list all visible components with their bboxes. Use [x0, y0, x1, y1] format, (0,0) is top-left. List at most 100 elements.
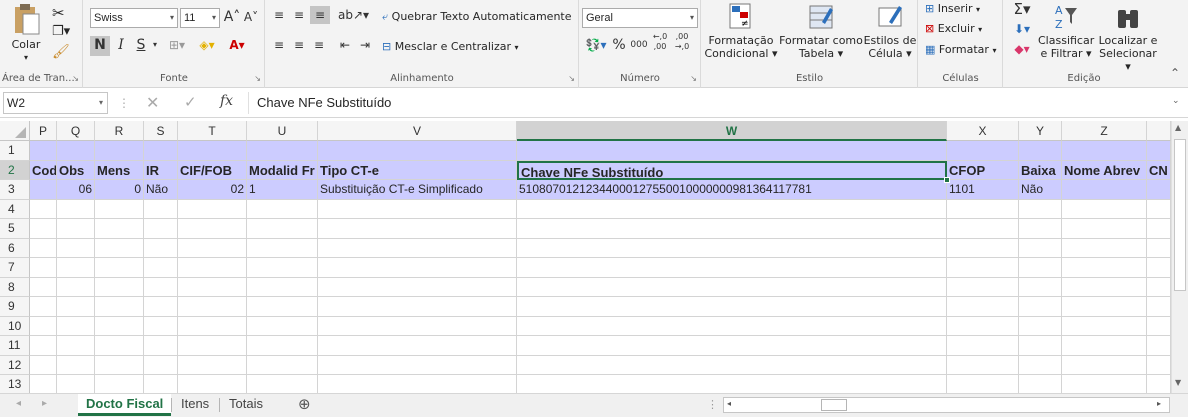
- percent-button[interactable]: %: [612, 36, 626, 54]
- empty-cell[interactable]: [247, 277, 318, 297]
- italic-button[interactable]: I: [112, 36, 130, 54]
- cancel-icon[interactable]: ✕: [146, 93, 159, 112]
- data-cell[interactable]: 1: [247, 180, 318, 200]
- column-header-s[interactable]: S: [144, 121, 178, 141]
- data-cell[interactable]: 02: [178, 180, 247, 200]
- header-cell[interactable]: CFOP: [947, 160, 1019, 180]
- header-cell[interactable]: Cod: [30, 160, 57, 180]
- grow-font-icon[interactable]: A˄: [223, 8, 241, 26]
- column-header-q[interactable]: Q: [57, 121, 95, 141]
- scroll-right-icon[interactable]: ▸: [1157, 399, 1161, 408]
- increase-indent-icon[interactable]: ⇥: [356, 36, 374, 54]
- empty-cell[interactable]: [95, 297, 144, 317]
- next-sheet-icon[interactable]: ▸: [42, 398, 47, 409]
- sheet-tab-totais[interactable]: Totais: [221, 394, 271, 416]
- empty-cell[interactable]: [1147, 277, 1171, 297]
- merge-center-button[interactable]: ⊟ Mesclar e Centralizar ▾: [382, 38, 519, 57]
- font-size-select[interactable]: 11 ▾: [180, 8, 220, 28]
- column-header-w[interactable]: W: [517, 121, 947, 141]
- autosum-icon[interactable]: Σ▾: [1010, 0, 1034, 18]
- empty-cell[interactable]: [57, 277, 95, 297]
- data-cell[interactable]: Não: [144, 180, 178, 200]
- empty-cell[interactable]: [1062, 375, 1147, 395]
- insert-button[interactable]: ⊞ Inserir ▾: [925, 0, 980, 19]
- empty-cell[interactable]: [95, 219, 144, 239]
- data-cell[interactable]: 1101: [947, 180, 1019, 200]
- empty-cell[interactable]: [1019, 219, 1062, 239]
- empty-cell[interactable]: [57, 355, 95, 375]
- worksheet-grid[interactable]: P Q R S T U V W X Y Z 1 2 Cod Obs Mens IR CIF/FOB Modalid …: [0, 121, 1188, 395]
- empty-cell[interactable]: [57, 199, 95, 219]
- data-cell[interactable]: [1062, 180, 1147, 200]
- empty-cell[interactable]: [30, 297, 57, 317]
- bold-button[interactable]: N: [90, 36, 110, 56]
- align-top-icon[interactable]: ≡: [270, 6, 288, 24]
- enter-icon[interactable]: ✓: [184, 93, 197, 111]
- column-header-u[interactable]: U: [247, 121, 318, 141]
- vertical-scroll-thumb[interactable]: [1174, 139, 1186, 291]
- row-header-10[interactable]: 10: [0, 316, 30, 336]
- data-cell[interactable]: Substituição CT-e Simplificado: [318, 180, 517, 200]
- decrease-indent-icon[interactable]: ⇤: [336, 36, 354, 54]
- empty-cell[interactable]: [947, 199, 1019, 219]
- empty-cell[interactable]: [30, 141, 57, 161]
- fill-handle[interactable]: [944, 177, 950, 183]
- empty-cell[interactable]: [95, 199, 144, 219]
- clipboard-launcher-icon[interactable]: ↘: [72, 74, 79, 83]
- column-header-p[interactable]: P: [30, 121, 57, 141]
- align-right-icon[interactable]: ≡: [310, 36, 328, 54]
- empty-cell[interactable]: [247, 336, 318, 356]
- empty-cell[interactable]: [57, 258, 95, 278]
- empty-cell[interactable]: [1062, 277, 1147, 297]
- empty-cell[interactable]: [144, 336, 178, 356]
- empty-cell[interactable]: [144, 238, 178, 258]
- paste-button[interactable]: Colar ▾: [4, 2, 48, 64]
- active-cell[interactable]: Chave NFe Substituído: [517, 160, 947, 180]
- empty-cell[interactable]: [1147, 141, 1171, 161]
- scroll-down-icon[interactable]: ▼: [1175, 378, 1181, 387]
- header-cell[interactable]: Tipo CT-e: [318, 160, 517, 180]
- header-cell[interactable]: Obs: [57, 160, 95, 180]
- empty-cell[interactable]: [1147, 297, 1171, 317]
- row-header-4[interactable]: 4: [0, 199, 30, 219]
- empty-cell[interactable]: [947, 316, 1019, 336]
- sheet-tab-itens[interactable]: Itens: [173, 394, 217, 416]
- empty-cell[interactable]: [178, 316, 247, 336]
- empty-cell[interactable]: [144, 141, 178, 161]
- empty-cell[interactable]: [947, 375, 1019, 395]
- empty-cell[interactable]: [144, 258, 178, 278]
- chevron-down-icon[interactable]: ▾: [150, 36, 160, 54]
- empty-cell[interactable]: [57, 297, 95, 317]
- header-cell[interactable]: Modalid Fr: [247, 160, 318, 180]
- empty-cell[interactable]: [247, 199, 318, 219]
- number-launcher-icon[interactable]: ↘: [690, 74, 697, 83]
- align-middle-icon[interactable]: ≡: [290, 6, 308, 24]
- empty-cell[interactable]: [30, 258, 57, 278]
- align-left-icon[interactable]: ≡: [270, 36, 288, 54]
- empty-cell[interactable]: [517, 336, 947, 356]
- header-cell[interactable]: Baixa: [1019, 160, 1062, 180]
- empty-cell[interactable]: [947, 355, 1019, 375]
- empty-cell[interactable]: [947, 141, 1019, 161]
- header-cell[interactable]: IR: [144, 160, 178, 180]
- empty-cell[interactable]: [1019, 199, 1062, 219]
- empty-cell[interactable]: [1019, 141, 1062, 161]
- chevron-down-icon[interactable]: ▾: [99, 93, 103, 113]
- empty-cell[interactable]: [1062, 219, 1147, 239]
- decrease-decimal-button[interactable]: ,00 →,0: [672, 32, 692, 52]
- shrink-font-icon[interactable]: A˅: [242, 8, 260, 26]
- empty-cell[interactable]: [30, 199, 57, 219]
- empty-cell[interactable]: [517, 219, 947, 239]
- empty-cell[interactable]: [947, 277, 1019, 297]
- empty-cell[interactable]: [318, 238, 517, 258]
- empty-cell[interactable]: [1062, 316, 1147, 336]
- copy-icon[interactable]: ❐▾: [52, 24, 70, 39]
- horizontal-scrollbar[interactable]: ◂ ▸: [723, 397, 1170, 413]
- empty-cell[interactable]: [1147, 238, 1171, 258]
- empty-cell[interactable]: [178, 277, 247, 297]
- header-cell[interactable]: Mens: [95, 160, 144, 180]
- empty-cell[interactable]: [1147, 199, 1171, 219]
- format-as-table-button[interactable]: Formatar como Tabela ▾: [778, 2, 864, 60]
- empty-cell[interactable]: [95, 316, 144, 336]
- empty-cell[interactable]: [1019, 258, 1062, 278]
